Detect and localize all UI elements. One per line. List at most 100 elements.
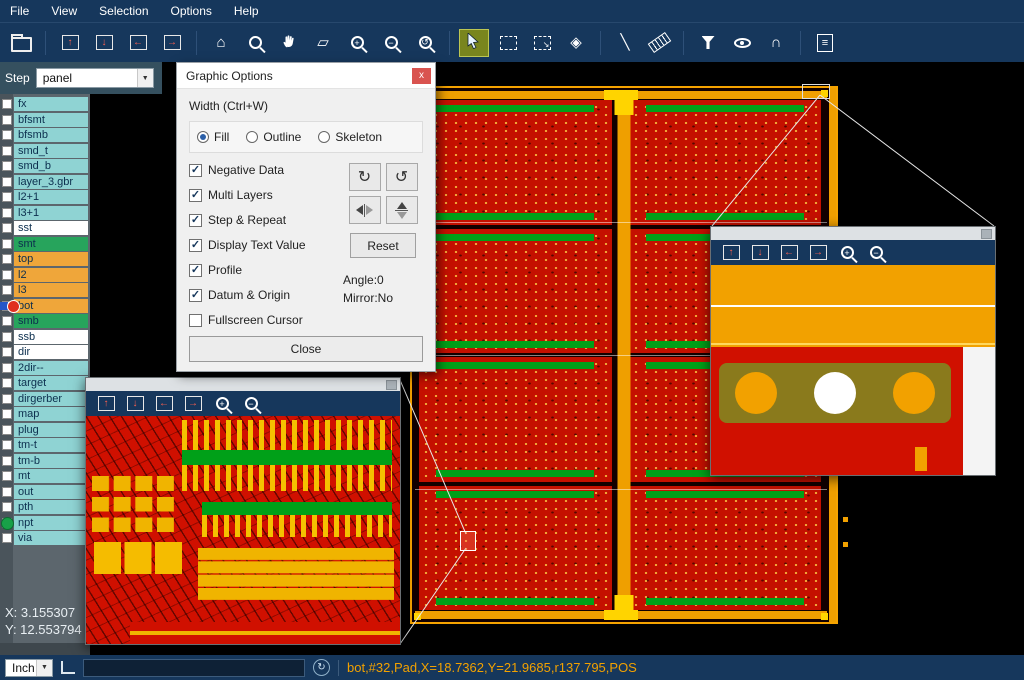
layer-row-l3+1[interactable]: l3+1 bbox=[0, 206, 90, 220]
import-up-button[interactable]: ↑ bbox=[720, 242, 742, 263]
layer-row-bfsmb[interactable]: bfsmb bbox=[0, 128, 90, 142]
close-icon[interactable]: x bbox=[412, 68, 431, 84]
layer-row-tm-b[interactable]: tm-b bbox=[0, 454, 90, 468]
zoom-previous-button[interactable]: ↺ bbox=[410, 29, 440, 57]
checkbox-icon[interactable]: ✓ bbox=[189, 264, 202, 277]
layer-name[interactable]: smt bbox=[14, 237, 88, 251]
layer-row-l3[interactable]: l3 bbox=[0, 283, 90, 297]
checkbox-icon[interactable]: ✓ bbox=[189, 189, 202, 202]
layer-name[interactable]: l3 bbox=[14, 283, 88, 297]
export-left-button[interactable]: ← bbox=[778, 242, 800, 263]
dialog-close-button[interactable]: Close bbox=[189, 336, 423, 362]
layer-name[interactable]: plug bbox=[14, 423, 88, 437]
reset-button[interactable]: Reset bbox=[350, 233, 416, 258]
home-view-button[interactable]: ⌂ bbox=[206, 29, 236, 57]
zoom-region-button[interactable] bbox=[240, 29, 270, 57]
layer-name[interactable]: top bbox=[14, 252, 88, 266]
layer-visibility-checkbox[interactable] bbox=[2, 378, 12, 388]
layer-visibility-checkbox[interactable] bbox=[2, 254, 12, 264]
layer-row-smt[interactable]: smt bbox=[0, 237, 90, 251]
menu-file[interactable]: File bbox=[10, 4, 29, 18]
mirror-vertical-button[interactable] bbox=[386, 196, 418, 224]
layer-name[interactable]: l2 bbox=[14, 268, 88, 282]
layer-name[interactable]: dirgerber bbox=[14, 392, 88, 406]
checkbox-icon[interactable]: ✓ bbox=[189, 214, 202, 227]
zoom-in-button[interactable]: + bbox=[836, 242, 858, 263]
layer-row-sst[interactable]: sst bbox=[0, 221, 90, 235]
checkbox-icon[interactable] bbox=[189, 314, 202, 327]
layer-visibility-checkbox[interactable] bbox=[2, 223, 12, 233]
radio-icon[interactable] bbox=[246, 131, 258, 143]
layer-row-npt[interactable]: npt bbox=[0, 516, 90, 530]
export-right-button[interactable]: → bbox=[157, 29, 187, 57]
layer-visibility-checkbox[interactable] bbox=[2, 363, 12, 373]
zoom-out-button[interactable]: − bbox=[240, 393, 262, 414]
menu-selection[interactable]: Selection bbox=[99, 4, 148, 18]
layer-row-2dir--[interactable]: 2dir-- bbox=[0, 361, 90, 375]
layer-name[interactable]: smb bbox=[14, 314, 88, 328]
layer-visibility-checkbox[interactable] bbox=[2, 425, 12, 435]
layer-visibility-checkbox[interactable] bbox=[2, 502, 12, 512]
checkbox-profile[interactable]: ✓Profile bbox=[189, 263, 343, 277]
layer-visibility-checkbox[interactable] bbox=[2, 332, 12, 342]
pan-hand-button[interactable] bbox=[274, 29, 304, 57]
checkbox-icon[interactable]: ✓ bbox=[189, 289, 202, 302]
radio-icon[interactable] bbox=[318, 131, 330, 143]
layer-name[interactable]: bot bbox=[14, 299, 88, 313]
layer-name[interactable]: npt bbox=[14, 516, 88, 530]
layer-name[interactable]: fx bbox=[14, 97, 88, 111]
layer-visibility-checkbox[interactable] bbox=[2, 130, 12, 140]
checkbox-multi-layers[interactable]: ✓Multi Layers bbox=[189, 188, 343, 202]
layer-visibility-checkbox[interactable] bbox=[2, 347, 12, 357]
layer-visibility-checkbox[interactable] bbox=[2, 316, 12, 326]
polygon-select-button[interactable]: ▱ bbox=[308, 29, 338, 57]
layer-row-bot[interactable]: bot bbox=[0, 299, 90, 313]
export-left-button[interactable]: ← bbox=[153, 393, 175, 414]
import-up-button[interactable]: ↑ bbox=[55, 29, 85, 57]
rotate-cw-button[interactable]: ↻ bbox=[349, 163, 381, 191]
popup-minimize-button[interactable] bbox=[386, 380, 397, 390]
ruler-measure-button[interactable] bbox=[644, 29, 674, 57]
layer-name[interactable]: tm-t bbox=[14, 438, 88, 452]
layer-visibility-checkbox[interactable] bbox=[2, 115, 12, 125]
radio-skeleton[interactable]: Skeleton bbox=[318, 130, 382, 144]
layer-row-l2[interactable]: l2 bbox=[0, 268, 90, 282]
layer-row-smb[interactable]: smb bbox=[0, 314, 90, 328]
export-left-button[interactable]: ← bbox=[123, 29, 153, 57]
radio-icon[interactable] bbox=[197, 131, 209, 143]
import-down-button[interactable]: ↓ bbox=[89, 29, 119, 57]
layer-row-pth[interactable]: pth bbox=[0, 500, 90, 514]
layer-name[interactable]: bfsmb bbox=[14, 128, 88, 142]
layer-row-l2+1[interactable]: l2+1 bbox=[0, 190, 90, 204]
menu-options[interactable]: Options bbox=[171, 4, 212, 18]
layer-name[interactable]: l2+1 bbox=[14, 190, 88, 204]
layer-visibility-checkbox[interactable] bbox=[2, 239, 12, 249]
layer-row-map[interactable]: map bbox=[0, 407, 90, 421]
checkbox-icon[interactable]: ✓ bbox=[189, 164, 202, 177]
layer-row-dir[interactable]: dir bbox=[0, 345, 90, 359]
layer-name[interactable]: layer_3.gbr bbox=[14, 175, 88, 189]
filter-button[interactable] bbox=[693, 29, 723, 57]
layer-visibility-checkbox[interactable] bbox=[2, 192, 12, 202]
checkbox-fullscreen-cursor[interactable]: Fullscreen Cursor bbox=[189, 313, 343, 327]
layer-row-bfsmt[interactable]: bfsmt bbox=[0, 113, 90, 127]
export-right-button[interactable]: → bbox=[182, 393, 204, 414]
layer-visibility-checkbox[interactable] bbox=[2, 146, 12, 156]
layer-row-smd_b[interactable]: smd_b bbox=[0, 159, 90, 173]
layer-name[interactable]: pth bbox=[14, 500, 88, 514]
layer-visibility-checkbox[interactable] bbox=[2, 533, 12, 543]
layer-name[interactable]: tm-b bbox=[14, 454, 88, 468]
checkbox-display-text-value[interactable]: ✓Display Text Value bbox=[189, 238, 343, 252]
open-file-button[interactable] bbox=[6, 29, 36, 57]
line-measure-button[interactable]: ╲ bbox=[610, 29, 640, 57]
layer-row-smd_t[interactable]: smd_t bbox=[0, 144, 90, 158]
radio-outline[interactable]: Outline bbox=[246, 130, 301, 144]
layer-row-top[interactable]: top bbox=[0, 252, 90, 266]
layer-row-mt[interactable]: mt bbox=[0, 469, 90, 483]
layer-visibility-checkbox[interactable] bbox=[2, 270, 12, 280]
popup-minimize-button[interactable] bbox=[981, 229, 992, 239]
layer-name[interactable]: map bbox=[14, 407, 88, 421]
checkbox-step-repeat[interactable]: ✓Step & Repeat bbox=[189, 213, 343, 227]
layer-visibility-checkbox[interactable] bbox=[2, 394, 12, 404]
layer-visibility-checkbox[interactable] bbox=[2, 440, 12, 450]
